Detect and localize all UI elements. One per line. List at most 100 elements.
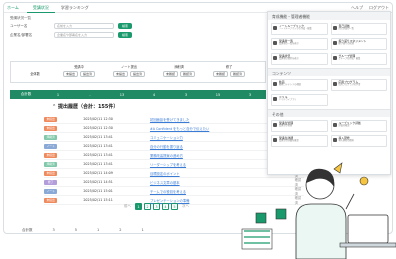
feature-icon	[273, 97, 277, 101]
company-search-input[interactable]: 企業名や部署名を入力	[54, 32, 114, 38]
status-badge: 未提出	[44, 197, 58, 203]
page-5[interactable]: 5	[171, 203, 178, 210]
page-3[interactable]: 3	[153, 203, 160, 210]
menu-card-desc: 評価を確認	[338, 124, 350, 128]
feature-icon	[273, 56, 277, 60]
pill[interactable]: 未提出	[112, 71, 128, 77]
feature-icon	[332, 41, 337, 45]
pill[interactable]: 提出済	[130, 71, 146, 77]
summary-label: 全体数	[30, 72, 40, 76]
menu-card[interactable]: 応用プログラム 応用プログラムの学習	[330, 79, 387, 91]
summary-col-3: 添削済 未確認 確認済	[159, 64, 199, 77]
feature-icon	[273, 138, 277, 142]
menu-card-desc: 受講者の進捗を表示	[279, 57, 299, 61]
menu-grid-content: 動画 動画コンテンツの視聴 応用プログラム 応用プログラムの学習 ドリル ドリルライブラリ	[268, 76, 390, 109]
summary-col-title: 受講中	[74, 65, 84, 69]
logout-link[interactable]: ログアウト	[369, 5, 389, 11]
menu-grid-admin: ノートルーブリック ノートルーブリックの作成・編集 自己評価 自己評価の一覧 受講者一覧…	[268, 20, 390, 68]
home-link[interactable]: ホーム	[7, 5, 19, 11]
menu-card-desc: 自己評価の一覧	[338, 27, 354, 31]
user-search-button[interactable]: 検索	[118, 23, 133, 29]
page-4[interactable]: 4	[162, 203, 169, 210]
menu-card[interactable]: 導入研修 導入研修の資料	[330, 135, 387, 147]
status-badge: 添削済	[44, 134, 58, 140]
tab-ranking[interactable]: 学習ランキング	[55, 3, 95, 13]
filter-label-company: 企業名/部署名	[10, 32, 33, 37]
bottom-cell: 2	[119, 228, 122, 232]
submit-date: 2025/02/11 13:41	[83, 144, 113, 148]
menu-card-desc: 受講生の詳細を確認	[279, 139, 299, 143]
menu-card-desc: 受講者の一覧を表示	[279, 42, 299, 46]
pill[interactable]: 未確認	[212, 71, 228, 77]
sumbar-cell: 15	[215, 92, 221, 97]
submit-date: 2025/02/11 15:11	[83, 198, 113, 202]
menu-section-admin: 育成機能・管理者機能	[268, 12, 390, 20]
sumbar-cell: 合計数	[20, 92, 32, 96]
feature-icon	[273, 41, 277, 45]
feature-icon	[273, 123, 277, 127]
tab-progress[interactable]: 受講状況	[26, 3, 55, 13]
menu-card[interactable]: グループ管理 グループの作成・編集	[330, 53, 387, 65]
pill[interactable]: 確認済	[180, 71, 196, 77]
pager-next[interactable]: 次へ	[182, 204, 189, 209]
list-item: 添削済2025/02/11 13:41コミュニケーション力確認済	[44, 133, 304, 142]
summary-col-title: ノート提出	[121, 65, 137, 69]
bottom-cell: 1	[141, 228, 144, 232]
menu-card[interactable]: ルーブリック評価 評価を確認	[330, 120, 387, 132]
status-badge: 未提出	[44, 116, 58, 122]
bottom-cell: 3	[52, 228, 55, 232]
menu-card-desc: 受講生の管理	[279, 124, 293, 128]
sumbar-cell: 4	[152, 92, 156, 97]
feature-icon	[332, 123, 337, 127]
submission-link[interactable]: 初回面談を受けてきました	[150, 117, 255, 122]
feature-icon	[332, 56, 337, 60]
menu-section-content: コンテンツ	[268, 68, 390, 76]
submit-date: 2025/02/11 13:41	[83, 162, 113, 166]
pager-prev[interactable]: 前へ	[124, 204, 131, 209]
sumbar-cell: 13	[119, 92, 125, 97]
sumbar-cell: 1	[56, 92, 60, 97]
menu-card-desc: グループの作成・編集	[338, 57, 361, 61]
status-badge: 未提出	[44, 170, 58, 176]
list-heading-text: 提出履歴（合計：155件）	[57, 104, 119, 110]
submission-link[interactable]: #A Confident をもっと自分で伝えたい	[150, 126, 255, 131]
status-badge: 修了	[44, 179, 58, 185]
status-badge: 未提出	[44, 125, 58, 131]
menu-card[interactable]: 振り返りマネジメント 振り返りの管理	[330, 38, 387, 50]
feature-icon	[273, 82, 277, 86]
pill[interactable]: 未提出	[62, 71, 78, 77]
submission-link[interactable]: コミュニケーション力	[150, 135, 255, 140]
pagination: 前へ 1 2 3 4 5 次へ	[124, 203, 189, 210]
menu-card[interactable]: ノートルーブリック ノートルーブリックの作成・編集	[271, 23, 328, 35]
menu-card[interactable]: 動画 動画コンテンツの視聴	[271, 79, 328, 91]
filter-label-user: ユーザー名	[10, 23, 28, 28]
menu-card[interactable]: 自己評価 自己評価の一覧	[330, 23, 387, 35]
submission-link[interactable]: 自分の行動を振り返る	[150, 144, 255, 149]
pill[interactable]: 未確認	[162, 71, 178, 77]
status-badge: 添削済	[44, 161, 58, 167]
company-search-button[interactable]: 検索	[118, 32, 133, 38]
pill[interactable]: 確認済	[230, 71, 246, 77]
help-link[interactable]: ヘルプ	[351, 5, 363, 11]
list-item: 未提出2025/02/11 12:30初回面談を受けてきました未確認	[44, 115, 304, 124]
submit-date: 2025/02/11 13:41	[83, 153, 113, 157]
submit-date: 2025/02/11 12:30	[83, 126, 113, 130]
menu-card[interactable]: 受講者一覧 受講者の一覧を表示	[271, 38, 328, 50]
list-heading: ⌃ 提出履歴（合計：155件）	[52, 103, 118, 110]
page-1[interactable]: 1	[135, 203, 142, 210]
menu-card[interactable]: 受講生管理 受講生の管理	[271, 120, 328, 132]
pill[interactable]: 提出済	[80, 71, 96, 77]
submit-date: 2025/02/11 15:01	[83, 189, 113, 193]
status-badge: ノート	[44, 188, 58, 194]
menu-card-desc: ドリルライブラリ	[279, 98, 297, 102]
menu-card[interactable]: ドリル ドリルライブラリ	[271, 94, 328, 106]
summary-col-1: 受講中 未提出 提出済	[59, 64, 99, 77]
menu-card[interactable]: 受講状況 受講者の進捗を表示	[271, 53, 328, 65]
page-2[interactable]: 2	[144, 203, 151, 210]
menu-grid-other: 受講生管理 受講生の管理 ルーブリック評価 評価を確認 受講生詳細 受講生の詳細を確認 導入…	[268, 117, 390, 150]
status-badge: 未提出	[44, 152, 58, 158]
feature-icon	[332, 26, 337, 30]
menu-card[interactable]: 受講生詳細 受講生の詳細を確認	[271, 135, 328, 147]
summary-col-2: ノート提出 未提出 提出済	[109, 64, 149, 77]
user-search-input[interactable]: 名前を入力	[54, 23, 114, 29]
